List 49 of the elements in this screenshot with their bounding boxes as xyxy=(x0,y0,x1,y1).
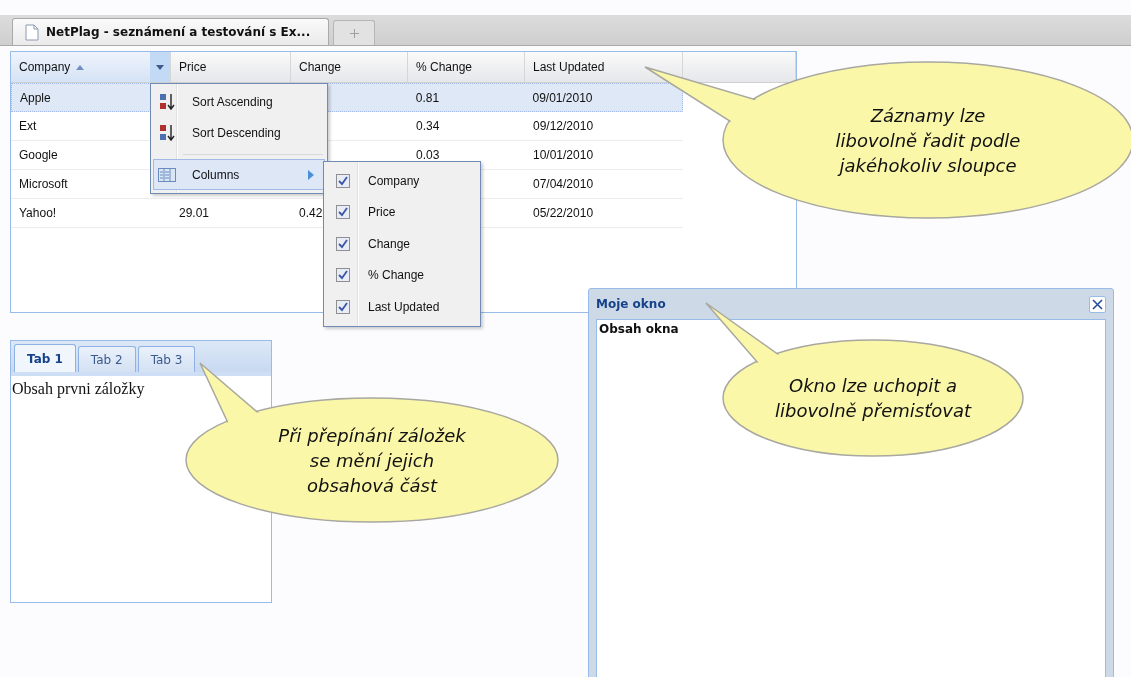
callout-text: Záznamy lze libovolně řadit podle jakéhokoliv sloupce xyxy=(835,103,1021,178)
callout-text: Okno lze uchopit a libovolně přemisťovat xyxy=(775,374,971,423)
column-header[interactable]: % Change xyxy=(408,52,525,82)
column-header[interactable]: Price xyxy=(171,52,291,82)
table-cell: 0.34 xyxy=(416,119,440,133)
table-cell: 09/12/2010 xyxy=(533,119,594,133)
sort-ascending-icon xyxy=(158,92,176,111)
checkbox[interactable] xyxy=(336,173,350,188)
table-cell: Yahoo! xyxy=(19,206,57,220)
close-button[interactable] xyxy=(1089,295,1106,313)
menu-item[interactable]: Columns xyxy=(153,159,325,190)
caret-icon xyxy=(156,64,164,70)
table-cell: 05/22/2010 xyxy=(533,206,594,220)
tab-content-text: Obsah prvni záložky xyxy=(12,380,145,397)
table-cell: 0.42 xyxy=(299,206,323,220)
callout-text: Při přepínání záložek se mění jejich obsahová část xyxy=(278,423,466,498)
tab[interactable]: Tab 1 xyxy=(14,344,76,372)
table-cell: 0.03 xyxy=(416,148,440,162)
checkbox[interactable] xyxy=(336,205,350,220)
checkbox[interactable] xyxy=(336,268,350,283)
table-cell: Google xyxy=(19,148,58,162)
document-icon xyxy=(25,23,39,41)
table-cell: 09/01/2010 xyxy=(532,90,593,105)
column-menu-trigger[interactable] xyxy=(150,52,170,82)
browser-tab[interactable]: NetPlag - seznámení a testování s Ex... xyxy=(12,18,329,45)
tab[interactable]: Tab 3 xyxy=(137,346,196,372)
table-cell: Microsoft xyxy=(19,177,68,191)
plus-icon xyxy=(349,28,359,38)
table-cell: 10/01/2010 xyxy=(533,148,594,162)
table-cell: Ext xyxy=(19,119,37,133)
sort-descending-icon xyxy=(158,123,176,142)
menu-item[interactable]: Price xyxy=(326,196,478,228)
menu-item[interactable]: % Change xyxy=(326,259,478,291)
column-header[interactable]: Company xyxy=(11,52,171,82)
table-cell: Apple xyxy=(20,90,51,105)
checkbox[interactable] xyxy=(336,236,350,251)
menu-item[interactable]: Change xyxy=(326,228,478,260)
submenu-arrow-icon xyxy=(308,170,314,180)
table-cell: 29.01 xyxy=(179,206,210,220)
window-title: Moje okno xyxy=(596,297,666,311)
close-icon xyxy=(1092,298,1103,310)
column-header[interactable]: Change xyxy=(291,52,408,82)
columns-icon xyxy=(158,167,176,182)
window-content-text: Obsah okna xyxy=(599,322,679,336)
table-cell: 0.81 xyxy=(415,90,440,105)
table-cell: 07/04/2010 xyxy=(533,177,594,191)
tab[interactable]: Tab 2 xyxy=(77,346,136,372)
checkbox[interactable] xyxy=(336,299,350,314)
menu-item[interactable]: Last Updated xyxy=(326,291,478,323)
